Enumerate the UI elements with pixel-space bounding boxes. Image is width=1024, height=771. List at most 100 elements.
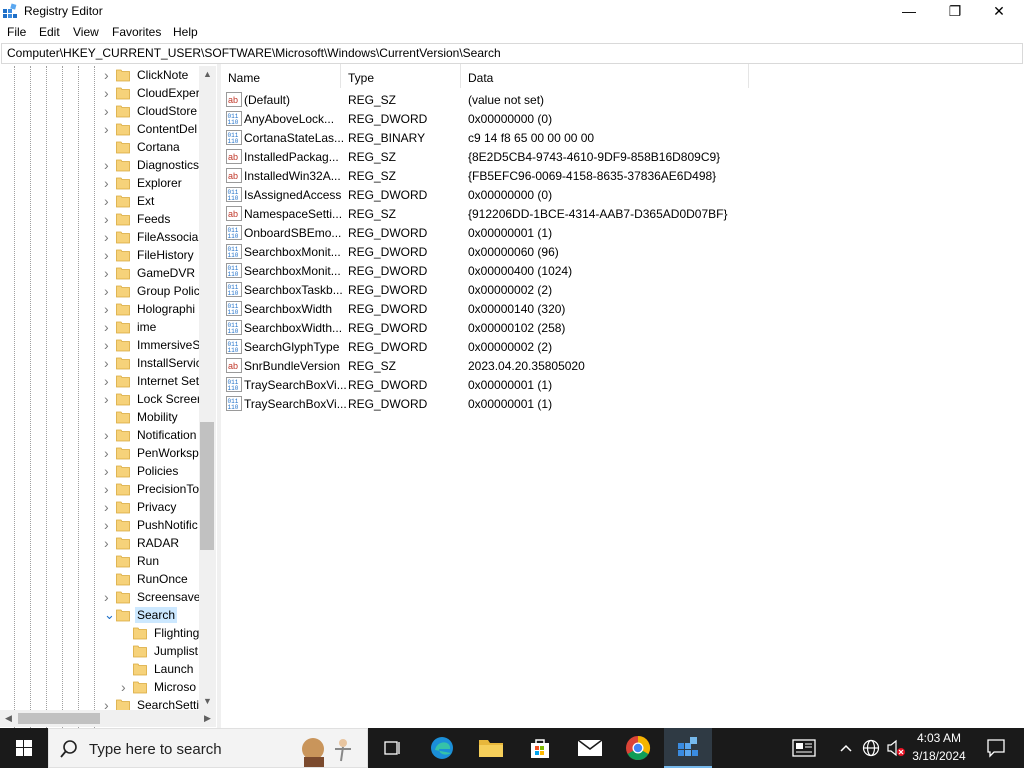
tree-horizontal-scrollbar[interactable]: ◀ ▶	[0, 710, 216, 727]
folder-icon	[116, 464, 130, 478]
chevron-right-icon[interactable]: ›	[104, 284, 114, 298]
binary-value-icon: 011 110	[226, 263, 242, 278]
chevron-right-icon[interactable]: ›	[104, 464, 114, 478]
value-row[interactable]: ab NamespaceSetti... REG_SZ {912206DD-1BCE-…	[221, 204, 1024, 223]
close-button[interactable]: ✕	[976, 0, 1022, 22]
tree-node-label: Microso	[154, 680, 197, 694]
chevron-right-icon[interactable]: ›	[104, 104, 114, 118]
chevron-right-icon[interactable]: ›	[104, 500, 114, 514]
network-tray-button[interactable]	[860, 728, 882, 768]
no-expander	[104, 411, 114, 423]
value-row[interactable]: 011 110 SearchboxMonit... REG_DWORD 0x000004…	[221, 261, 1024, 280]
taskbar-edge[interactable]	[418, 728, 466, 768]
menu-view[interactable]: View	[73, 25, 99, 39]
chevron-right-icon[interactable]: ›	[104, 536, 114, 550]
value-row[interactable]: 011 110 IsAssignedAccess REG_DWORD 0x0000000…	[221, 185, 1024, 204]
chevron-right-icon[interactable]: ›	[104, 122, 114, 136]
value-row[interactable]: 011 110 TraySearchBoxVi... REG_DWORD 0x00000…	[221, 394, 1024, 413]
chevron-right-icon[interactable]: ›	[104, 68, 114, 82]
value-row[interactable]: ab (Default) REG_SZ (value not set)	[221, 90, 1024, 109]
value-row[interactable]: 011 110 SearchGlyphType REG_DWORD 0x00000002…	[221, 337, 1024, 356]
chevron-right-icon[interactable]: ›	[104, 392, 114, 406]
tree-scroll-thumb[interactable]	[200, 422, 214, 550]
maximize-button[interactable]: ❐	[932, 0, 978, 22]
value-row[interactable]: 011 110 SearchboxWidth REG_DWORD 0x00000140 …	[221, 299, 1024, 318]
value-row[interactable]: 011 110 AnyAboveLock... REG_DWORD 0x00000000…	[221, 109, 1024, 128]
chevron-down-icon[interactable]: ⌄	[104, 608, 115, 621]
folder-icon	[116, 536, 130, 550]
show-hidden-icons-button[interactable]	[836, 728, 856, 768]
chevron-right-icon[interactable]: ›	[104, 302, 114, 316]
address-bar[interactable]: Computer\HKEY_CURRENT_USER\SOFTWARE\Micr…	[1, 43, 1023, 64]
chevron-right-icon[interactable]: ›	[104, 248, 114, 262]
binary-value-icon: 011 110	[226, 282, 242, 297]
chevron-right-icon[interactable]: ›	[104, 518, 114, 532]
scroll-down-icon[interactable]: ▼	[199, 693, 216, 710]
value-row[interactable]: 011 110 TraySearchBoxVi... REG_DWORD 0x00000…	[221, 375, 1024, 394]
value-row[interactable]: 011 110 SearchboxMonit... REG_DWORD 0x000000…	[221, 242, 1024, 261]
menu-help[interactable]: Help	[173, 25, 198, 39]
chevron-right-icon[interactable]: ›	[104, 320, 114, 334]
clock-time[interactable]: 4:03 AM	[912, 731, 966, 745]
tree-vertical-scrollbar[interactable]: ▲ ▼	[199, 66, 216, 710]
chevron-right-icon[interactable]: ›	[104, 86, 114, 100]
value-row[interactable]: 011 110 SearchboxWidth... REG_DWORD 0x000001…	[221, 318, 1024, 337]
scroll-up-icon[interactable]: ▲	[199, 66, 216, 83]
menu-file[interactable]: File	[7, 25, 26, 39]
tree-node-label: Privacy	[137, 500, 177, 514]
chevron-up-icon	[840, 744, 852, 752]
chevron-right-icon[interactable]: ›	[104, 590, 114, 604]
chevron-right-icon[interactable]: ›	[104, 374, 114, 388]
chevron-right-icon[interactable]: ›	[104, 266, 114, 280]
taskbar-search-box[interactable]: Type here to search	[48, 728, 368, 768]
taskbar-mail[interactable]	[566, 728, 614, 768]
binary-value-icon: 011 110	[226, 111, 242, 126]
chevron-right-icon[interactable]: ›	[104, 446, 114, 460]
taskbar-store[interactable]	[516, 728, 564, 768]
scroll-right-icon[interactable]: ▶	[199, 710, 216, 727]
task-view-button[interactable]	[368, 728, 416, 768]
binary-value-icon: 011 110	[226, 130, 242, 145]
folder-icon	[116, 140, 130, 154]
taskbar-file-explorer[interactable]	[467, 728, 515, 768]
value-type: REG_DWORD	[348, 321, 428, 335]
value-row[interactable]: ab InstalledWin32A... REG_SZ {FB5EFC96-0069…	[221, 166, 1024, 185]
no-expander	[121, 645, 131, 657]
taskbar-news[interactable]	[780, 728, 828, 768]
notifications-button[interactable]	[972, 728, 1020, 768]
store-icon	[531, 739, 549, 758]
column-header-type[interactable]: Type	[341, 64, 461, 88]
chevron-right-icon[interactable]: ›	[104, 230, 114, 244]
chevron-right-icon[interactable]: ›	[104, 356, 114, 370]
chevron-right-icon[interactable]: ›	[104, 338, 114, 352]
value-row[interactable]: 011 110 SearchboxTaskb... REG_DWORD 0x000000…	[221, 280, 1024, 299]
chevron-right-icon[interactable]: ›	[104, 482, 114, 496]
scroll-left-icon[interactable]: ◀	[0, 710, 17, 727]
value-row[interactable]: ab InstalledPackag... REG_SZ {8E2D5CB4-9743…	[221, 147, 1024, 166]
value-row[interactable]: ab SnrBundleVersion REG_SZ 2023.04.20.35805…	[221, 356, 1024, 375]
value-row[interactable]: 011 110 CortanaStateLas... REG_BINARY c9 14 …	[221, 128, 1024, 147]
tree-hscroll-thumb[interactable]	[18, 713, 100, 724]
menu-favorites[interactable]: Favorites	[112, 25, 161, 39]
chevron-right-icon[interactable]: ›	[104, 176, 114, 190]
value-name: SearchboxTaskb...	[244, 283, 343, 297]
tree-node-label: CloudStore	[137, 104, 198, 118]
value-data: c9 14 f8 65 00 00 00 00	[468, 131, 595, 145]
chevron-right-icon[interactable]: ›	[104, 212, 114, 226]
volume-tray-button[interactable]	[884, 728, 908, 768]
taskbar-chrome[interactable]	[614, 728, 662, 768]
column-header-name[interactable]: Name	[221, 64, 341, 88]
value-row[interactable]: 011 110 OnboardSBEmo... REG_DWORD 0x00000001…	[221, 223, 1024, 242]
taskbar-registry-editor[interactable]	[664, 728, 712, 768]
minimize-button[interactable]: —	[886, 0, 932, 22]
menu-edit[interactable]: Edit	[39, 25, 60, 39]
start-button[interactable]	[0, 728, 48, 768]
chevron-right-icon[interactable]: ›	[104, 194, 114, 208]
folder-icon	[116, 320, 130, 334]
chevron-right-icon[interactable]: ›	[121, 680, 131, 694]
taskbar: Type here to search 4:03 AM 3/18/2024	[0, 728, 1024, 768]
column-header-data[interactable]: Data	[461, 64, 749, 88]
clock-date[interactable]: 3/18/2024	[912, 749, 966, 763]
chevron-right-icon[interactable]: ›	[104, 158, 114, 172]
chevron-right-icon[interactable]: ›	[104, 428, 114, 442]
